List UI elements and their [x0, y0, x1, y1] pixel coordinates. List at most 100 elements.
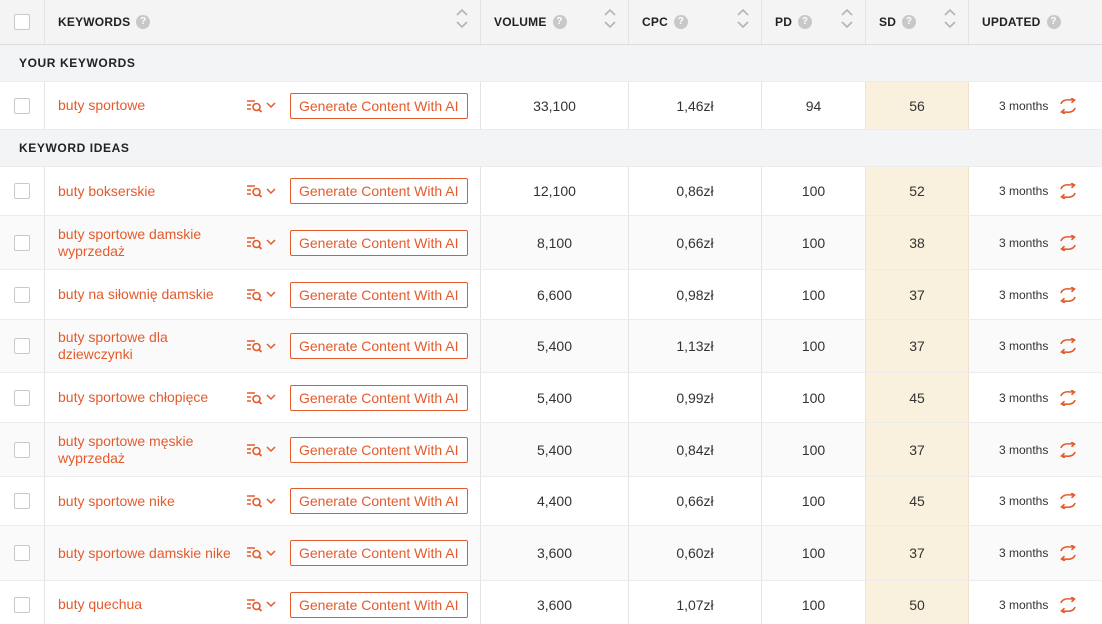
keyword-tool-dropdown[interactable]	[246, 99, 276, 113]
sort-arrows-icon[interactable]	[841, 8, 853, 29]
help-icon[interactable]: ?	[798, 15, 813, 29]
generate-content-button[interactable]: Generate Content With AI	[290, 229, 468, 256]
volume-cell: 4,400	[481, 477, 629, 525]
refresh-icon[interactable]	[1058, 183, 1078, 199]
select-all-checkbox[interactable]	[14, 14, 30, 30]
keyword-link[interactable]: buty sportowe damskie nike	[58, 545, 236, 562]
keyword-tool-dropdown[interactable]	[246, 236, 276, 250]
column-header-keywords[interactable]: KEYWORDS ?	[45, 0, 481, 44]
column-header-cpc[interactable]: CPC ?	[629, 0, 762, 44]
updated-value: 3 months	[999, 494, 1049, 508]
column-header-pd[interactable]: PD ?	[762, 0, 866, 44]
table-row[interactable]: buty sportowe męskie wyprzedaż Generate …	[0, 423, 1102, 477]
refresh-icon[interactable]	[1058, 493, 1078, 509]
keyword-tool-dropdown[interactable]	[246, 494, 276, 508]
updated-wrapper: 3 months	[969, 286, 1078, 303]
generate-content-button[interactable]: Generate Content With AI	[290, 436, 468, 463]
help-icon[interactable]: ?	[673, 15, 688, 29]
sort-arrows-icon[interactable]	[944, 8, 956, 29]
keyword-link[interactable]: buty sportowe dla dziewczynki	[58, 329, 236, 363]
row-checkbox[interactable]	[14, 183, 30, 199]
generate-content-button[interactable]: Generate Content With AI	[290, 281, 468, 308]
column-header-volume[interactable]: VOLUME ?	[481, 0, 629, 44]
sd-value: 45	[909, 389, 925, 406]
help-icon[interactable]: ?	[136, 15, 151, 29]
keyword-tool-dropdown[interactable]	[246, 598, 276, 612]
updated-value: 3 months	[999, 546, 1049, 560]
keyword-tool-dropdown[interactable]	[246, 339, 276, 353]
row-select-cell	[0, 526, 45, 580]
generate-content-button[interactable]: Generate Content With AI	[290, 92, 468, 119]
sd-value: 37	[909, 441, 925, 458]
help-icon[interactable]: ?	[552, 15, 567, 29]
keyword-link[interactable]: buty quechua	[58, 596, 236, 613]
generate-content-button[interactable]: Generate Content With AI	[290, 591, 468, 618]
row-checkbox[interactable]	[14, 441, 30, 458]
keyword-link[interactable]: buty sportowe chłopięce	[58, 389, 236, 406]
table-row[interactable]: buty sportowe chłopięce Generate Content…	[0, 373, 1102, 423]
generate-content-button[interactable]: Generate Content With AI	[290, 384, 468, 411]
row-checkbox[interactable]	[14, 286, 30, 303]
generate-content-button[interactable]: Generate Content With AI	[290, 178, 468, 204]
column-header-updated[interactable]: UPDATED ?	[969, 0, 1102, 44]
refresh-icon[interactable]	[1058, 441, 1078, 458]
row-checkbox[interactable]	[14, 97, 30, 114]
cpc-value: 0,66zł	[676, 493, 714, 509]
table-row[interactable]: buty sportowe Generate Content With AI 3…	[0, 82, 1102, 130]
row-checkbox[interactable]	[14, 338, 30, 354]
row-checkbox[interactable]	[14, 545, 30, 561]
refresh-icon[interactable]	[1058, 596, 1078, 613]
keyword-link[interactable]: buty bokserskie	[58, 183, 236, 200]
table-row[interactable]: buty na siłownię damskie Generate Conten…	[0, 270, 1102, 320]
keyword-tool-dropdown[interactable]	[246, 546, 276, 560]
help-icon[interactable]: ?	[1046, 15, 1061, 29]
column-header-sd[interactable]: SD ?	[866, 0, 969, 44]
keyword-cell: buty sportowe damskie wyprzedaż Generate…	[45, 216, 481, 269]
row-checkbox[interactable]	[14, 493, 30, 509]
keyword-tools: Generate Content With AI	[246, 384, 468, 411]
updated-value: 3 months	[999, 597, 1049, 612]
sd-cell: 52	[866, 167, 969, 215]
generate-content-button[interactable]: Generate Content With AI	[290, 333, 468, 359]
sd-cell: 50	[866, 581, 969, 624]
keyword-link[interactable]: buty sportowe damskie wyprzedaż	[58, 226, 236, 260]
sort-arrows-icon[interactable]	[456, 8, 468, 29]
help-icon[interactable]: ?	[902, 15, 917, 29]
row-checkbox[interactable]	[14, 389, 30, 406]
table-row[interactable]: buty sportowe nike Generate Content With…	[0, 477, 1102, 526]
table-row[interactable]: buty sportowe damskie nike Generate Cont…	[0, 526, 1102, 581]
keyword-link[interactable]: buty sportowe męskie wyprzedaż	[58, 433, 236, 467]
updated-cell: 3 months	[969, 373, 1102, 422]
refresh-icon[interactable]	[1058, 545, 1078, 561]
keyword-tool-dropdown[interactable]	[246, 391, 276, 405]
generate-content-button[interactable]: Generate Content With AI	[290, 488, 468, 514]
keyword-link[interactable]: buty sportowe nike	[58, 493, 236, 510]
keyword-link[interactable]: buty sportowe	[58, 97, 236, 114]
keyword-cell: buty sportowe nike Generate Content With…	[45, 477, 481, 525]
refresh-icon[interactable]	[1058, 338, 1078, 354]
refresh-icon[interactable]	[1058, 97, 1078, 114]
table-row[interactable]: buty sportowe dla dziewczynki Generate C…	[0, 320, 1102, 373]
keyword-link[interactable]: buty na siłownię damskie	[58, 286, 236, 303]
keyword-tool-dropdown[interactable]	[246, 443, 276, 457]
sort-arrows-icon[interactable]	[604, 8, 616, 29]
table-row[interactable]: buty bokserskie Generate Content With AI…	[0, 167, 1102, 216]
updated-cell: 3 months	[969, 167, 1102, 215]
refresh-icon[interactable]	[1058, 389, 1078, 406]
refresh-icon[interactable]	[1058, 234, 1078, 251]
keyword-cell: buty sportowe Generate Content With AI	[45, 82, 481, 129]
sort-arrows-icon[interactable]	[737, 8, 749, 29]
row-checkbox[interactable]	[14, 596, 30, 613]
table-row[interactable]: buty sportowe damskie wyprzedaż Generate…	[0, 216, 1102, 270]
sd-value: 37	[909, 286, 925, 303]
column-header-pd-label: PD	[775, 15, 793, 29]
keyword-cell: buty quechua Generate Content With AI	[45, 581, 481, 624]
row-checkbox[interactable]	[14, 234, 30, 251]
table-row[interactable]: buty quechua Generate Content With AI 3,…	[0, 581, 1102, 624]
refresh-icon[interactable]	[1058, 286, 1078, 303]
cpc-value: 0,86zł	[676, 183, 714, 199]
generate-content-button[interactable]: Generate Content With AI	[290, 540, 468, 566]
keyword-tool-dropdown[interactable]	[246, 288, 276, 302]
chevron-down-icon	[266, 239, 276, 246]
keyword-tool-dropdown[interactable]	[246, 184, 276, 198]
